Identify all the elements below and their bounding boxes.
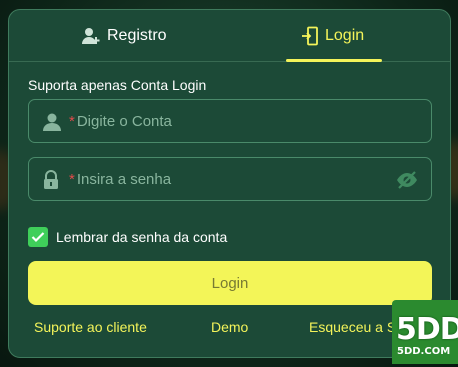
login-modal: Registro Login Suporta apenas Conta Logi…: [8, 9, 451, 358]
brand-logo: 5DD 5DD.COM: [392, 300, 458, 364]
support-link[interactable]: Suporte ao cliente: [34, 319, 147, 335]
account-placeholder-text: Digite o Conta: [76, 113, 172, 130]
remember-label: Lembrar da senha da conta: [56, 229, 228, 245]
user-icon: [42, 112, 62, 137]
password-placeholder-text: Insira a senha: [76, 171, 172, 188]
tab-bar: Registro Login: [9, 10, 450, 62]
tab-login-label: Login: [325, 27, 365, 44]
login-button[interactable]: Login: [28, 261, 432, 305]
forgot-password-link[interactable]: Esqueceu a S: [309, 319, 396, 335]
logo-domain: 5DD.COM: [397, 346, 451, 357]
tab-register-label: Registro: [107, 27, 167, 44]
tab-register[interactable]: Registro: [81, 10, 167, 62]
add-user-icon: [81, 27, 101, 45]
account-support-note: Suporta apenas Conta Login: [28, 77, 207, 93]
account-field[interactable]: * Digite o Conta: [28, 99, 432, 143]
password-placeholder: * Insira a senha: [69, 171, 171, 188]
required-mark: *: [69, 113, 75, 130]
remember-password[interactable]: Lembrar da senha da conta: [28, 227, 227, 247]
lock-icon: [42, 170, 60, 195]
required-mark: *: [69, 171, 75, 188]
login-door-icon: [301, 26, 319, 46]
tab-login[interactable]: Login: [301, 10, 364, 62]
check-icon: [31, 232, 45, 243]
remember-checkbox[interactable]: [28, 227, 48, 247]
active-tab-indicator: [286, 59, 382, 62]
logo-text: 5DD: [396, 312, 458, 347]
account-placeholder: * Digite o Conta: [69, 113, 172, 130]
demo-link[interactable]: Demo: [211, 319, 248, 335]
eye-off-icon[interactable]: [395, 170, 419, 195]
password-field[interactable]: * Insira a senha: [28, 157, 432, 201]
